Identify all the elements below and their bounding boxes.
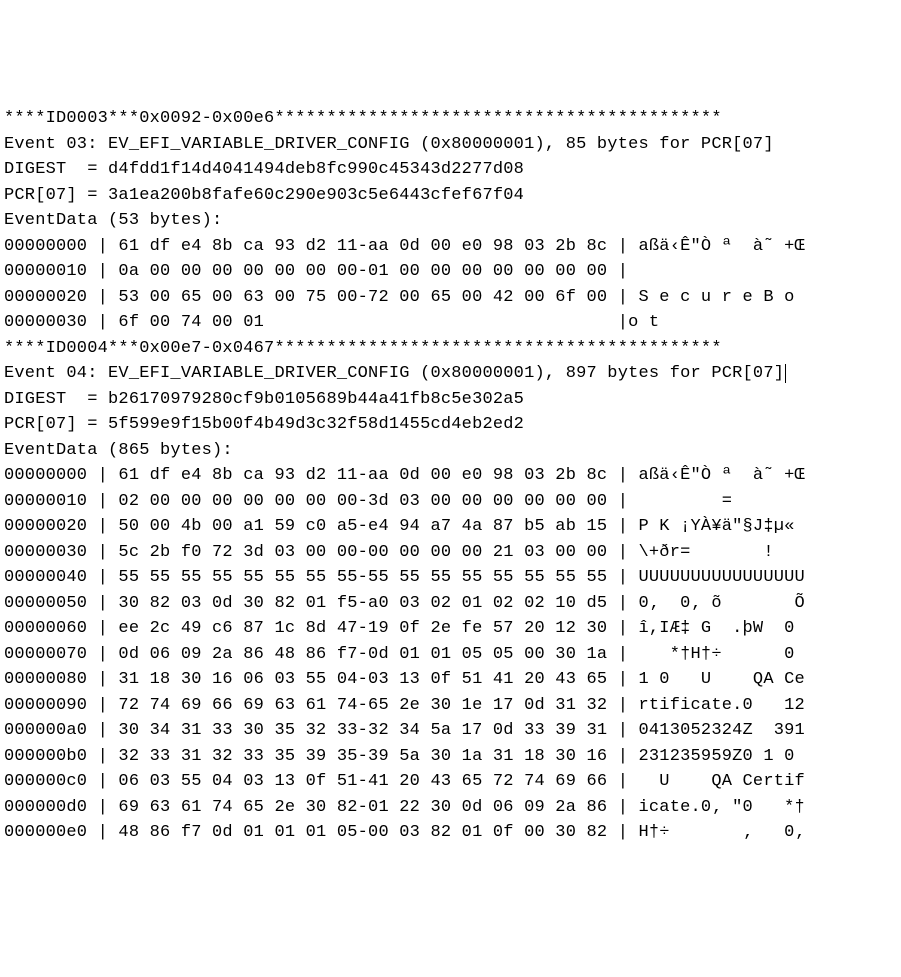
hex-line: DIGEST = b26170979280cf9b0105689b44a41fb… xyxy=(4,387,897,413)
hex-line: ****ID0003***0x0092-0x00e6**************… xyxy=(4,106,897,132)
hex-dump-output: ****ID0003***0x0092-0x00e6**************… xyxy=(4,106,897,846)
hex-line: PCR[07] = 5f599e9f15b00f4b49d3c32f58d145… xyxy=(4,412,897,438)
hex-line: Event 03: EV_EFI_VARIABLE_DRIVER_CONFIG … xyxy=(4,132,897,158)
hex-line: ****ID0004***0x00e7-0x0467**************… xyxy=(4,336,897,362)
hex-line: 00000000 | 61 df e4 8b ca 93 d2 11-aa 0d… xyxy=(4,463,897,489)
hex-line: 00000090 | 72 74 69 66 69 63 61 74-65 2e… xyxy=(4,693,897,719)
hex-line: EventData (53 bytes): xyxy=(4,208,897,234)
hex-line: 00000030 | 5c 2b f0 72 3d 03 00 00-00 00… xyxy=(4,540,897,566)
hex-line: 000000e0 | 48 86 f7 0d 01 01 01 05-00 03… xyxy=(4,820,897,846)
hex-line: 00000070 | 0d 06 09 2a 86 48 86 f7-0d 01… xyxy=(4,642,897,668)
hex-line: 000000d0 | 69 63 61 74 65 2e 30 82-01 22… xyxy=(4,795,897,821)
hex-line: 00000050 | 30 82 03 0d 30 82 01 f5-a0 03… xyxy=(4,591,897,617)
hex-line: 000000c0 | 06 03 55 04 03 13 0f 51-41 20… xyxy=(4,769,897,795)
hex-line-cursor: Event 04: EV_EFI_VARIABLE_DRIVER_CONFIG … xyxy=(4,361,897,387)
hex-line: 00000040 | 55 55 55 55 55 55 55 55-55 55… xyxy=(4,565,897,591)
hex-line: 00000030 | 6f 00 74 00 01 |o t xyxy=(4,310,897,336)
hex-line: EventData (865 bytes): xyxy=(4,438,897,464)
hex-line: DIGEST = d4fdd1f14d4041494deb8fc990c4534… xyxy=(4,157,897,183)
hex-line: 00000060 | ee 2c 49 c6 87 1c 8d 47-19 0f… xyxy=(4,616,897,642)
hex-line: 00000000 | 61 df e4 8b ca 93 d2 11-aa 0d… xyxy=(4,234,897,260)
hex-line: 00000080 | 31 18 30 16 06 03 55 04-03 13… xyxy=(4,667,897,693)
hex-line: 00000020 | 53 00 65 00 63 00 75 00-72 00… xyxy=(4,285,897,311)
hex-line: 00000020 | 50 00 4b 00 a1 59 c0 a5-e4 94… xyxy=(4,514,897,540)
hex-line: PCR[07] = 3a1ea200b8fafe60c290e903c5e644… xyxy=(4,183,897,209)
hex-line: 000000a0 | 30 34 31 33 30 35 32 33-32 34… xyxy=(4,718,897,744)
hex-line: 00000010 | 02 00 00 00 00 00 00 00-3d 03… xyxy=(4,489,897,515)
hex-line: 000000b0 | 32 33 31 32 33 35 39 35-39 5a… xyxy=(4,744,897,770)
hex-line: 00000010 | 0a 00 00 00 00 00 00 00-01 00… xyxy=(4,259,897,285)
